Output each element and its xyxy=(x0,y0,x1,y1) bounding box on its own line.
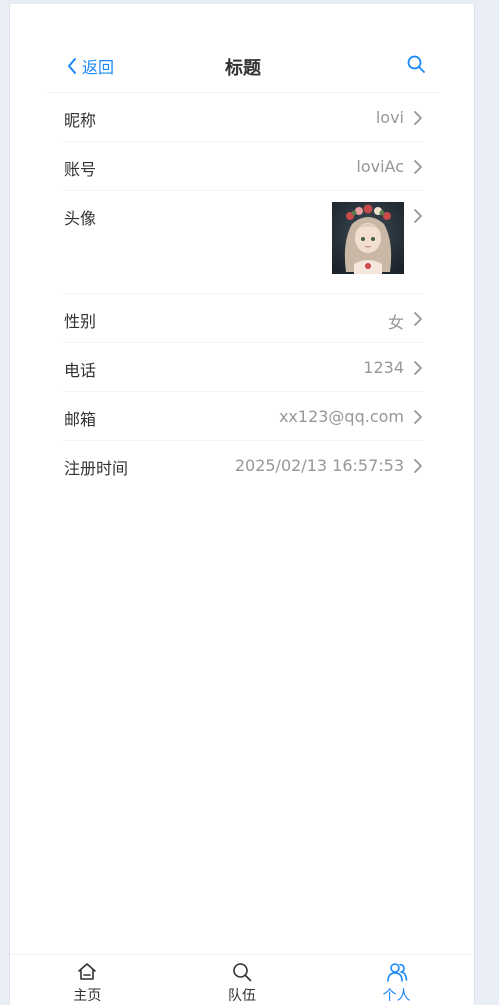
nav-bar: 返回 标题 xyxy=(46,40,440,93)
chevron-right-icon xyxy=(414,459,422,473)
tab-label: 主页 xyxy=(73,988,102,1004)
chevron-right-icon xyxy=(414,160,422,174)
tab-label: 队伍 xyxy=(228,988,256,1004)
cell-title: 电话 xyxy=(64,361,97,380)
cell-value: xx123@qq.com xyxy=(278,407,404,426)
tab-label: 个人 xyxy=(382,988,411,1004)
cell-value: loviAc xyxy=(356,157,404,176)
cell-title: 昵称 xyxy=(64,111,97,130)
chevron-right-icon xyxy=(414,410,422,424)
cell-register-time[interactable]: 注册时间 2025/02/13 16:57:53 xyxy=(62,441,424,490)
cell-value: 1234 xyxy=(363,358,404,377)
home-icon xyxy=(78,963,97,980)
cell-title: 账号 xyxy=(64,160,97,179)
page-title: 标题 xyxy=(225,58,261,79)
tab-team[interactable]: 队伍 xyxy=(165,955,320,1005)
chevron-right-icon xyxy=(414,209,422,223)
search-button[interactable] xyxy=(406,54,426,74)
cell-email[interactable]: 邮箱 xx123@qq.com xyxy=(62,392,424,441)
avatar xyxy=(332,202,404,274)
chevron-right-icon xyxy=(414,312,422,326)
cell-title: 邮箱 xyxy=(64,410,97,429)
cell-nickname[interactable]: 昵称 lovi xyxy=(62,93,424,142)
cell-value: 女 xyxy=(387,313,404,332)
cell-gender[interactable]: 性别 女 xyxy=(62,294,424,343)
avatar-image xyxy=(332,202,404,274)
cell-value: lovi xyxy=(375,108,404,127)
phone-frame: 返回 标题 昵称 lovi 账号 loviAc 头像 性别 女 电话 1234 … xyxy=(9,3,475,1005)
chevron-right-icon xyxy=(414,361,422,375)
cell-title: 性别 xyxy=(64,312,97,331)
profile-cell-group: 昵称 lovi 账号 loviAc 头像 性别 女 电话 1234 邮箱 xx1… xyxy=(46,93,440,490)
search-icon xyxy=(407,55,425,73)
tab-home[interactable]: 主页 xyxy=(10,955,165,1005)
tab-personal[interactable]: 个人 xyxy=(319,955,474,1005)
cell-avatar[interactable]: 头像 xyxy=(62,191,424,294)
search-icon xyxy=(233,963,252,982)
chevron-right-icon xyxy=(414,111,422,125)
cell-phone[interactable]: 电话 1234 xyxy=(62,343,424,392)
cell-title: 头像 xyxy=(64,209,97,228)
tab-bar: 主页 队伍 个人 xyxy=(10,954,474,1005)
cell-title: 注册时间 xyxy=(64,459,129,478)
cell-value: 2025/02/13 16:57:53 xyxy=(234,456,404,475)
cell-account[interactable]: 账号 loviAc xyxy=(62,142,424,191)
user-icon xyxy=(386,963,407,982)
